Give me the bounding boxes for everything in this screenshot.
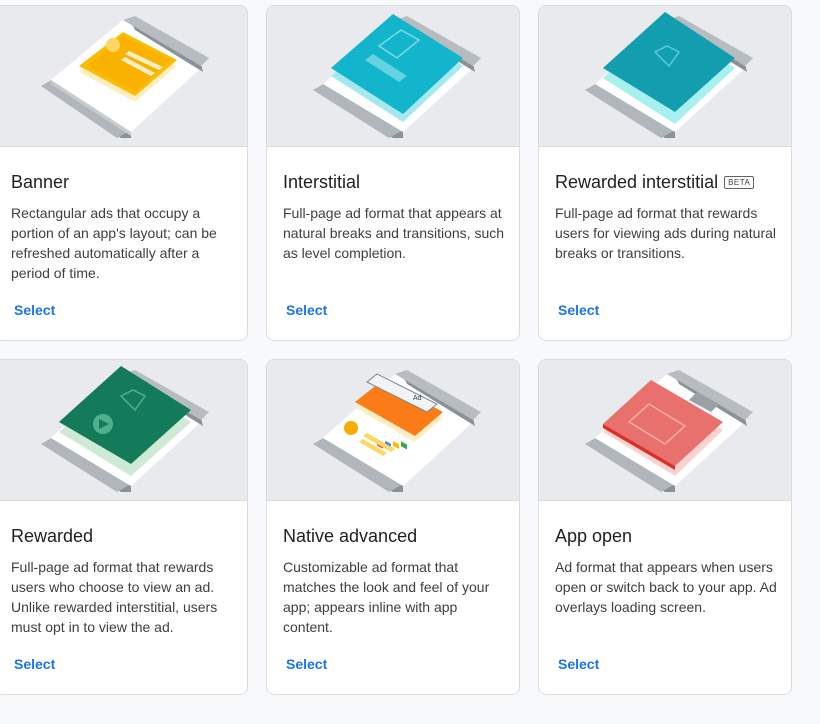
- select-native-advanced-button[interactable]: Select: [278, 650, 335, 678]
- card-description: Full-page ad format that rewards users f…: [555, 205, 777, 261]
- ad-format-card-banner[interactable]: Banner Rectangular ads that occupy a por…: [0, 5, 248, 341]
- ad-format-card-native-advanced[interactable]: Ad Native advanced Customizable ad forma…: [266, 359, 520, 695]
- card-title: Native advanced: [283, 526, 418, 546]
- rewarded-interstitial-illustration: [539, 6, 791, 147]
- interstitial-illustration: [267, 6, 519, 147]
- card-description: Full-page ad format that appears at natu…: [283, 205, 505, 261]
- rewarded-illustration: [0, 360, 247, 501]
- select-rewarded-button[interactable]: Select: [6, 650, 63, 678]
- ad-format-card-rewarded[interactable]: Rewarded Full-page ad format that reward…: [0, 359, 248, 695]
- native-advanced-illustration: Ad: [267, 360, 519, 501]
- card-title: Rewarded interstitial BETA: [555, 172, 755, 193]
- select-rewarded-interstitial-button[interactable]: Select: [550, 296, 607, 324]
- app-open-illustration: [539, 360, 791, 501]
- card-title: Interstitial: [283, 172, 361, 192]
- beta-badge: BETA: [724, 176, 755, 189]
- card-description: Customizable ad format that matches the …: [283, 559, 490, 635]
- native-ad-label: Ad: [413, 395, 422, 402]
- card-title: App open: [555, 526, 633, 546]
- ad-format-card-rewarded-interstitial[interactable]: Rewarded interstitial BETA Full-page ad …: [538, 5, 792, 341]
- card-description: Rectangular ads that occupy a portion of…: [11, 205, 217, 281]
- banner-illustration: [0, 6, 247, 147]
- card-description: Ad format that appears when users open o…: [555, 559, 777, 615]
- card-description: Full-page ad format that rewards users w…: [11, 559, 218, 635]
- select-app-open-button[interactable]: Select: [550, 650, 607, 678]
- select-banner-button[interactable]: Select: [6, 296, 63, 324]
- card-title: Banner: [11, 172, 70, 192]
- ad-format-card-interstitial[interactable]: Interstitial Full-page ad format that ap…: [266, 5, 520, 341]
- ad-format-card-app-open[interactable]: App open Ad format that appears when use…: [538, 359, 792, 695]
- card-title: Rewarded: [11, 526, 94, 546]
- select-interstitial-button[interactable]: Select: [278, 296, 335, 324]
